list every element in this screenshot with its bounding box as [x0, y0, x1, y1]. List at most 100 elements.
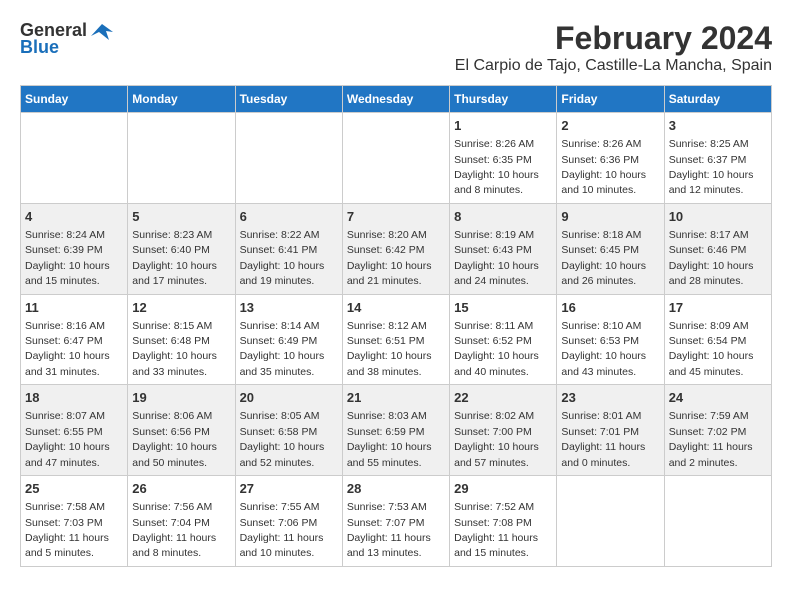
day-number: 23 — [561, 389, 659, 407]
table-row: 4 Sunrise: 8:24 AM Sunset: 6:39 PM Daylig… — [21, 203, 128, 294]
day-number: 6 — [240, 208, 338, 226]
day-info: Sunrise: 8:14 AM Sunset: 6:49 PM Dayligh… — [240, 320, 325, 378]
table-row: 22 Sunrise: 8:02 AM Sunset: 7:00 PM Dayli… — [450, 385, 557, 476]
day-info: Sunrise: 7:59 AM Sunset: 7:02 PM Dayligh… — [669, 410, 753, 468]
table-row: 24 Sunrise: 7:59 AM Sunset: 7:02 PM Dayli… — [664, 385, 771, 476]
day-info: Sunrise: 7:56 AM Sunset: 7:04 PM Dayligh… — [132, 501, 216, 559]
day-number: 1 — [454, 117, 552, 135]
day-info: Sunrise: 8:24 AM Sunset: 6:39 PM Dayligh… — [25, 229, 110, 287]
day-info: Sunrise: 8:22 AM Sunset: 6:41 PM Dayligh… — [240, 229, 325, 287]
day-number: 24 — [669, 389, 767, 407]
calendar-week-row: 18 Sunrise: 8:07 AM Sunset: 6:55 PM Dayli… — [21, 385, 772, 476]
main-title: February 2024 — [455, 20, 772, 57]
day-info: Sunrise: 7:58 AM Sunset: 7:03 PM Dayligh… — [25, 501, 109, 559]
table-row: 9 Sunrise: 8:18 AM Sunset: 6:45 PM Daylig… — [557, 203, 664, 294]
table-row: 16Sunrise: 8:10 AM Sunset: 6:53 PM Dayli… — [557, 294, 664, 385]
day-number: 3 — [669, 117, 767, 135]
day-info: Sunrise: 8:06 AM Sunset: 6:56 PM Dayligh… — [132, 410, 217, 468]
sub-title: El Carpio de Tajo, Castille-La Mancha, S… — [455, 57, 772, 75]
table-row: 14 Sunrise: 8:12 AM Sunset: 6:51 PM Dayli… — [342, 294, 449, 385]
table-row: 18 Sunrise: 8:07 AM Sunset: 6:55 PM Dayli… — [21, 385, 128, 476]
day-number: 29 — [454, 480, 552, 498]
header-wednesday: Wednesday — [342, 86, 449, 113]
table-row — [128, 113, 235, 204]
logo-blue-text: Blue — [20, 37, 59, 58]
day-info: Sunrise: 8:15 AM Sunset: 6:48 PM Dayligh… — [132, 320, 217, 378]
header-saturday: Saturday — [664, 86, 771, 113]
day-number: 20 — [240, 389, 338, 407]
day-number: 18 — [25, 389, 123, 407]
logo-bird-icon — [91, 22, 113, 40]
table-row: 15 Sunrise: 8:11 AM Sunset: 6:52 PM Dayli… — [450, 294, 557, 385]
day-info: Sunrise: 8:16 AM Sunset: 6:47 PM Dayligh… — [25, 320, 110, 378]
day-info: Sunrise: 8:12 AM Sunset: 6:51 PM Dayligh… — [347, 320, 432, 378]
table-row: 11 Sunrise: 8:16 AM Sunset: 6:47 PM Dayli… — [21, 294, 128, 385]
day-info: Sunrise: 8:20 AM Sunset: 6:42 PM Dayligh… — [347, 229, 432, 287]
header-monday: Monday — [128, 86, 235, 113]
table-row: 19Sunrise: 8:06 AM Sunset: 6:56 PM Dayli… — [128, 385, 235, 476]
day-info: Sunrise: 8:09 AM Sunset: 6:54 PM Dayligh… — [669, 320, 754, 378]
table-row: 21 Sunrise: 8:03 AM Sunset: 6:59 PM Dayli… — [342, 385, 449, 476]
day-info: Sunrise: 8:01 AM Sunset: 7:01 PM Dayligh… — [561, 410, 645, 468]
day-info: Sunrise: 8:02 AM Sunset: 7:00 PM Dayligh… — [454, 410, 539, 468]
day-number: 12 — [132, 299, 230, 317]
day-number: 22 — [454, 389, 552, 407]
table-row — [235, 113, 342, 204]
table-row: 12 Sunrise: 8:15 AM Sunset: 6:48 PM Dayli… — [128, 294, 235, 385]
table-row: 27 Sunrise: 7:55 AM Sunset: 7:06 PM Dayli… — [235, 476, 342, 567]
table-row — [664, 476, 771, 567]
day-number: 7 — [347, 208, 445, 226]
day-info: Sunrise: 8:18 AM Sunset: 6:45 PM Dayligh… — [561, 229, 646, 287]
table-row: 6 Sunrise: 8:22 AM Sunset: 6:41 PM Daylig… — [235, 203, 342, 294]
day-info: Sunrise: 8:07 AM Sunset: 6:55 PM Dayligh… — [25, 410, 110, 468]
day-info: Sunrise: 8:23 AM Sunset: 6:40 PM Dayligh… — [132, 229, 217, 287]
calendar-week-row: 11 Sunrise: 8:16 AM Sunset: 6:47 PM Dayli… — [21, 294, 772, 385]
logo: General Blue — [20, 20, 113, 58]
header-friday: Friday — [557, 86, 664, 113]
calendar-week-row: 4 Sunrise: 8:24 AM Sunset: 6:39 PM Daylig… — [21, 203, 772, 294]
day-number: 27 — [240, 480, 338, 498]
table-row: 17Sunrise: 8:09 AM Sunset: 6:54 PM Dayli… — [664, 294, 771, 385]
day-number: 8 — [454, 208, 552, 226]
day-number: 21 — [347, 389, 445, 407]
day-info: Sunrise: 7:53 AM Sunset: 7:07 PM Dayligh… — [347, 501, 431, 559]
day-info: Sunrise: 8:05 AM Sunset: 6:58 PM Dayligh… — [240, 410, 325, 468]
day-number: 28 — [347, 480, 445, 498]
table-row: 23 Sunrise: 8:01 AM Sunset: 7:01 PM Dayli… — [557, 385, 664, 476]
day-number: 2 — [561, 117, 659, 135]
day-number: 16 — [561, 299, 659, 317]
day-info: Sunrise: 8:03 AM Sunset: 6:59 PM Dayligh… — [347, 410, 432, 468]
day-number: 11 — [25, 299, 123, 317]
table-row: 20 Sunrise: 8:05 AM Sunset: 6:58 PM Dayli… — [235, 385, 342, 476]
day-info: Sunrise: 8:26 AM Sunset: 6:35 PM Dayligh… — [454, 138, 539, 196]
table-row — [557, 476, 664, 567]
day-number: 9 — [561, 208, 659, 226]
calendar-week-row: 1 Sunrise: 8:26 AM Sunset: 6:35 PM Daylig… — [21, 113, 772, 204]
table-row: 3Sunrise: 8:25 AM Sunset: 6:37 PM Daylig… — [664, 113, 771, 204]
table-row: 10Sunrise: 8:17 AM Sunset: 6:46 PM Dayli… — [664, 203, 771, 294]
header-thursday: Thursday — [450, 86, 557, 113]
table-row: 13 Sunrise: 8:14 AM Sunset: 6:49 PM Dayli… — [235, 294, 342, 385]
table-row: 7 Sunrise: 8:20 AM Sunset: 6:42 PM Daylig… — [342, 203, 449, 294]
header-tuesday: Tuesday — [235, 86, 342, 113]
day-number: 15 — [454, 299, 552, 317]
table-row: 28 Sunrise: 7:53 AM Sunset: 7:07 PM Dayli… — [342, 476, 449, 567]
day-number: 14 — [347, 299, 445, 317]
day-info: Sunrise: 7:52 AM Sunset: 7:08 PM Dayligh… — [454, 501, 538, 559]
table-row: 25Sunrise: 7:58 AM Sunset: 7:03 PM Dayli… — [21, 476, 128, 567]
table-row: 8 Sunrise: 8:19 AM Sunset: 6:43 PM Daylig… — [450, 203, 557, 294]
table-row: 2Sunrise: 8:26 AM Sunset: 6:36 PM Daylig… — [557, 113, 664, 204]
day-number: 4 — [25, 208, 123, 226]
table-row: 26 Sunrise: 7:56 AM Sunset: 7:04 PM Dayli… — [128, 476, 235, 567]
day-info: Sunrise: 7:55 AM Sunset: 7:06 PM Dayligh… — [240, 501, 324, 559]
day-number: 13 — [240, 299, 338, 317]
day-number: 26 — [132, 480, 230, 498]
day-info: Sunrise: 8:17 AM Sunset: 6:46 PM Dayligh… — [669, 229, 754, 287]
calendar-header-row: Sunday Monday Tuesday Wednesday Thursday… — [21, 86, 772, 113]
day-info: Sunrise: 8:19 AM Sunset: 6:43 PM Dayligh… — [454, 229, 539, 287]
table-row: 29 Sunrise: 7:52 AM Sunset: 7:08 PM Dayli… — [450, 476, 557, 567]
calendar-week-row: 25Sunrise: 7:58 AM Sunset: 7:03 PM Dayli… — [21, 476, 772, 567]
title-section: February 2024 El Carpio de Tajo, Castill… — [455, 20, 772, 75]
day-info: Sunrise: 8:11 AM Sunset: 6:52 PM Dayligh… — [454, 320, 539, 378]
day-number: 5 — [132, 208, 230, 226]
